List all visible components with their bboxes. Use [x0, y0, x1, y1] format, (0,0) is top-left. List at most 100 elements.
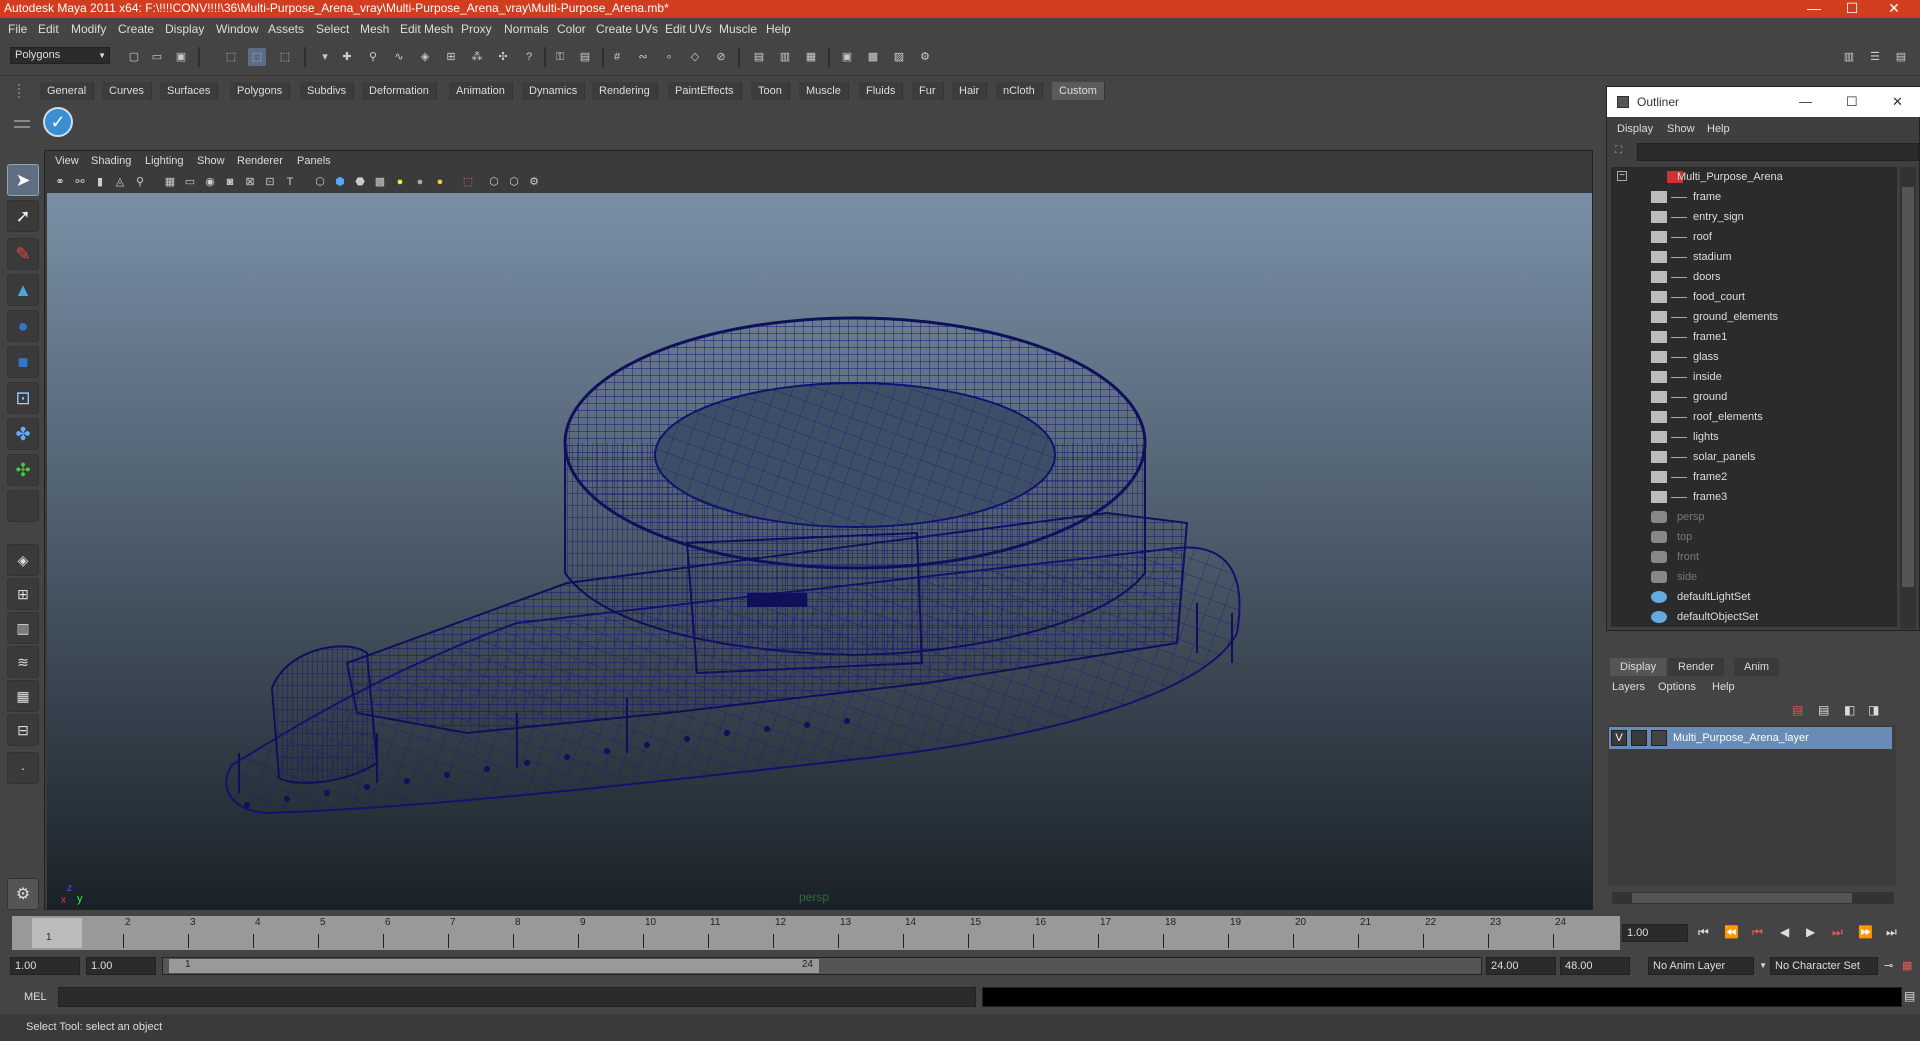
script-editor-icon[interactable]: ▤	[1904, 989, 1915, 1003]
move-up-layer-icon[interactable]: ◧	[1844, 703, 1855, 717]
soft-modification-icon[interactable]: ✤	[7, 418, 39, 450]
shelf-tab-animation[interactable]: Animation	[449, 82, 513, 100]
scrollbar-thumb[interactable]	[1632, 893, 1852, 903]
menu-edit[interactable]: Edit	[38, 22, 59, 36]
outliner-item[interactable]: roof	[1611, 227, 1897, 247]
film-gate-icon[interactable]: ▭	[181, 173, 199, 191]
go-to-end-icon[interactable]: ⏭	[1886, 925, 1897, 940]
paint-select-tool-icon[interactable]: ✎	[7, 238, 39, 270]
play-backwards-icon[interactable]: ◀	[1780, 925, 1789, 939]
outliner-item[interactable]: defaultLightSet	[1611, 587, 1897, 607]
history-options-icon[interactable]: ▥	[776, 48, 794, 66]
shelf-tab-fur[interactable]: Fur	[912, 82, 944, 100]
shelf-tab-fluids[interactable]: Fluids	[859, 82, 904, 100]
panel-menu-lighting[interactable]: Lighting	[145, 155, 184, 167]
close-icon[interactable]: ✕	[1892, 87, 1903, 117]
new-layer-selected-icon[interactable]: ▤	[1818, 703, 1829, 717]
persp-graph-layout-icon[interactable]: ≋	[7, 646, 39, 678]
step-forward-key-icon[interactable]: ⏭	[1832, 925, 1843, 940]
safe-action-icon[interactable]: ⊡	[261, 173, 279, 191]
anim-layer-dropdown[interactable]: No Anim Layer ▼	[1648, 957, 1767, 975]
select-surfaces-icon[interactable]: ◈	[416, 48, 434, 66]
wireframe-icon[interactable]: ⬡	[311, 173, 329, 191]
snap-plane-icon[interactable]: ◇	[686, 48, 704, 66]
select-tool-icon[interactable]: ➤	[7, 164, 39, 196]
construction-history-icon[interactable]: ▦	[802, 48, 820, 66]
menu-file[interactable]: File	[8, 22, 27, 36]
new-layer-icon[interactable]: ▤	[1792, 703, 1803, 717]
command-input[interactable]	[58, 987, 976, 1007]
collapse-icon[interactable]: −	[1617, 171, 1627, 181]
minimize-icon[interactable]: —	[1799, 87, 1812, 117]
panel-menu-panels[interactable]: Panels	[297, 155, 331, 167]
maximize-icon[interactable]: ☐	[1846, 87, 1858, 117]
all-lights-icon[interactable]: ●	[411, 173, 429, 191]
lock-selection-icon[interactable]: ⚿	[551, 48, 569, 66]
smooth-shade-icon[interactable]: ⬢	[331, 173, 349, 191]
select-handles-icon[interactable]: ✚	[338, 48, 356, 66]
wireframe-on-shaded-icon[interactable]: ⬣	[351, 173, 369, 191]
step-back-icon[interactable]: ⏪	[1724, 925, 1739, 939]
bookmarks-icon[interactable]: ▮	[91, 173, 109, 191]
outliner-item[interactable]: frame2	[1611, 467, 1897, 487]
shelf-tab-hair[interactable]: Hair	[952, 82, 988, 100]
layout-menu-icon[interactable]: ·	[7, 752, 39, 784]
shelf-menu-icon[interactable]	[14, 120, 30, 128]
menu-set-dropdown[interactable]: Polygons ▼	[10, 47, 110, 64]
gate-mask-icon[interactable]: ◙	[221, 173, 239, 191]
outliner-item[interactable]: defaultObjectSet	[1611, 607, 1897, 627]
four-view-layout-icon[interactable]: ⊞	[7, 578, 39, 610]
filter-icon[interactable]: ⛶	[1615, 145, 1622, 156]
layer-row[interactable]: V Multi_Purpose_Arena_layer	[1609, 727, 1892, 749]
scale-tool-icon[interactable]: ■	[7, 346, 39, 378]
current-frame-field[interactable]: 1.00	[1622, 924, 1688, 942]
layer-menu-help[interactable]: Help	[1712, 681, 1735, 693]
play-forwards-icon[interactable]: ▶	[1806, 925, 1815, 939]
shelf-tab-muscle[interactable]: Muscle	[799, 82, 849, 100]
command-language-label[interactable]: MEL	[24, 991, 47, 1003]
menu-muscle[interactable]: Muscle	[719, 22, 757, 36]
outliner-item[interactable]: food_court	[1611, 287, 1897, 307]
outliner-item[interactable]: front	[1611, 547, 1897, 567]
shelf-tab-rendering[interactable]: Rendering	[592, 82, 658, 100]
menu-proxy[interactable]: Proxy	[461, 22, 492, 36]
tool-settings-icon[interactable]: ⚙	[7, 878, 39, 910]
menu-assets[interactable]: Assets	[268, 22, 304, 36]
snap-grid-icon[interactable]: #	[608, 48, 626, 66]
shelf-tab-subdivs[interactable]: Subdivs	[300, 82, 355, 100]
range-slider[interactable]: 1 24	[162, 957, 1482, 975]
close-button[interactable]: ✕	[1872, 0, 1916, 18]
move-down-layer-icon[interactable]: ◨	[1868, 703, 1879, 717]
playback-end-field[interactable]: 24.00	[1486, 957, 1556, 975]
select-deformations-icon[interactable]: ⊞	[442, 48, 460, 66]
outliner-vertical-scrollbar[interactable]	[1900, 167, 1916, 629]
maximize-button[interactable]: ☐	[1830, 0, 1874, 18]
layer-tab-display[interactable]: Display	[1610, 658, 1667, 676]
range-slider-thumb[interactable]: 1 24	[169, 959, 819, 973]
toggle-attribute-editor-icon[interactable]: ▥	[1840, 48, 1858, 66]
show-manipulator-icon[interactable]: ✣	[7, 454, 39, 486]
hypershade-layout-icon[interactable]: ▦	[7, 680, 39, 712]
layer-color-swatch-icon[interactable]	[1651, 730, 1667, 746]
ipr-render-icon[interactable]: ▨	[890, 48, 908, 66]
layer-horizontal-scrollbar[interactable]	[1612, 892, 1894, 904]
auto-key-icon[interactable]: ⊸	[1884, 959, 1893, 972]
outliner-item[interactable]: glass	[1611, 347, 1897, 367]
outliner-menu-display[interactable]: Display	[1617, 123, 1653, 135]
menu-create-uvs[interactable]: Create UVs	[596, 22, 658, 36]
scrollbar-thumb[interactable]	[1902, 187, 1914, 587]
outliner-item[interactable]: frame1	[1611, 327, 1897, 347]
outliner-item[interactable]: inside	[1611, 367, 1897, 387]
shelf-tab-custom[interactable]: Custom	[1052, 82, 1105, 100]
outliner-item[interactable]: doors	[1611, 267, 1897, 287]
menu-select[interactable]: Select	[316, 22, 349, 36]
outliner-item[interactable]: ground	[1611, 387, 1897, 407]
outliner-menu-help[interactable]: Help	[1707, 123, 1730, 135]
menu-display[interactable]: Display	[165, 22, 204, 36]
toggle-tool-settings-icon[interactable]: ☰	[1866, 48, 1884, 66]
outliner-item[interactable]: persp	[1611, 507, 1897, 527]
panel-menu-show[interactable]: Show	[197, 155, 225, 167]
safe-title-icon[interactable]: T	[281, 173, 299, 191]
render-view-icon[interactable]: ▣	[838, 48, 856, 66]
shelf-tab-toon[interactable]: Toon	[751, 82, 790, 100]
